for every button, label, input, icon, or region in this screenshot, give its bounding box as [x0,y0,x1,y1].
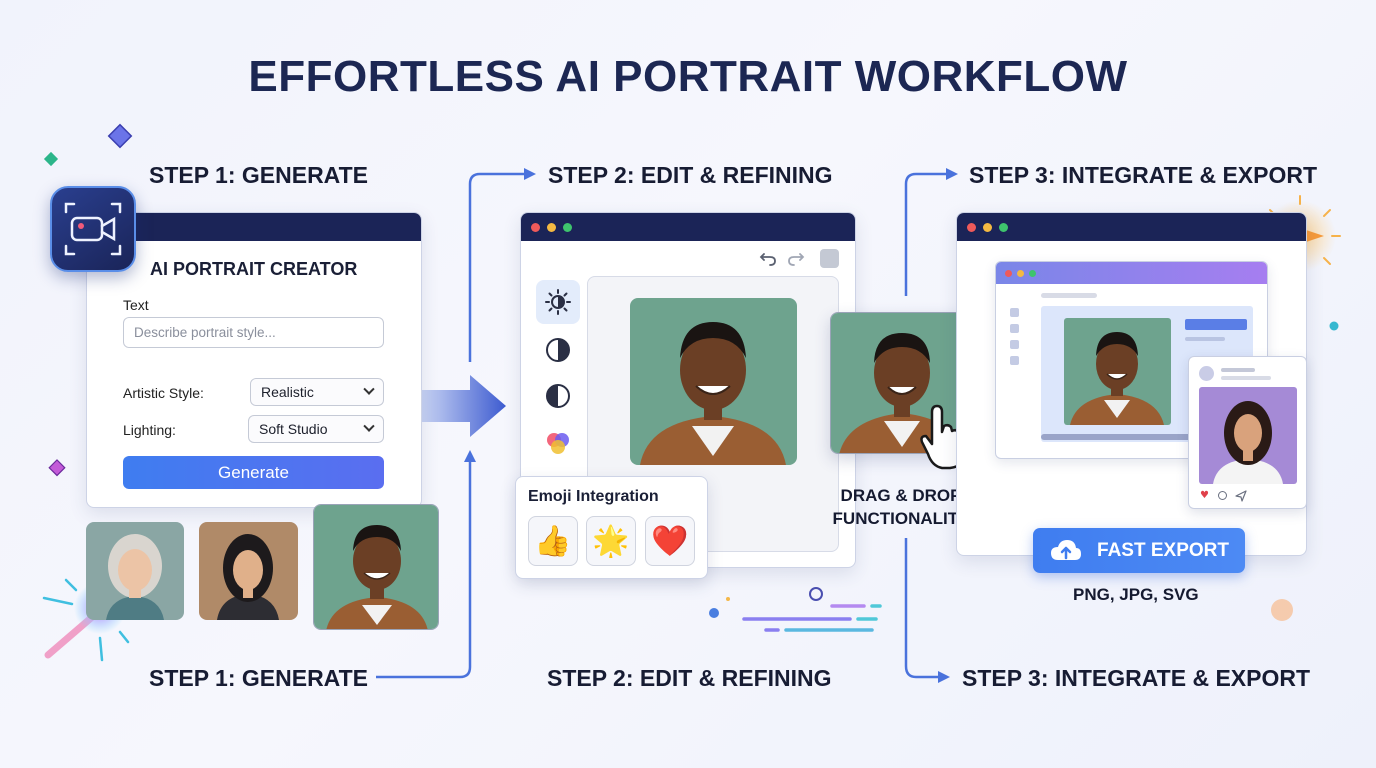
emoji-star[interactable]: 🌟 [586,516,636,566]
dot-decoration [1329,321,1339,331]
maximize-dot[interactable] [999,222,1008,232]
emoji-thumbs-up[interactable]: 👍 [528,516,578,566]
close-dot [1005,269,1012,277]
generator-title: AI PORTRAIT CREATOR [150,259,358,279]
fast-export-label: FAST EXPORT [1097,539,1229,561]
dot-decoration [1271,599,1293,621]
dot-decoration [709,608,719,618]
maximize-dot[interactable] [563,222,572,232]
minimize-dot[interactable] [547,222,556,232]
minimize-dot [1017,269,1024,277]
preview-nav-dot [1010,324,1019,333]
connector-line [904,538,940,679]
drag-drop-line1: DRAG & DROP [840,486,962,505]
preview-titlebar [996,262,1267,284]
generate-button[interactable]: Generate [123,456,384,489]
redo-icon[interactable] [786,248,806,268]
artistic-style-label: Artistic Style: [123,385,204,401]
brightness-icon[interactable] [536,280,580,324]
diamond-decoration [43,151,59,167]
avatar [1199,366,1214,381]
emoji-heart[interactable]: ❤️ [645,516,695,566]
window-titlebar [957,213,1306,241]
portrait-thumbnail-man-selected[interactable] [313,504,439,630]
color-palette-icon[interactable] [536,421,580,465]
undo-icon[interactable] [758,248,778,268]
flow-arrow [422,375,506,437]
minimize-dot[interactable] [983,222,992,232]
editing-portrait[interactable] [630,298,797,465]
heart-icon[interactable]: ♥ [1200,490,1209,501]
embedded-portrait [1064,318,1171,425]
cloud-upload-icon [1049,538,1083,564]
maximize-dot [1029,269,1036,277]
square-icon[interactable] [820,249,839,268]
comment-icon[interactable] [1218,491,1227,500]
post-image-woman [1199,387,1297,484]
post-line [1221,368,1255,372]
text-label: Text [123,297,149,313]
drag-drop-line2: FUNCTIONALITY [832,509,970,528]
preview-nav-dot [1010,308,1019,317]
lighting-label: Lighting: [123,422,176,438]
chevron-down-icon [363,383,375,395]
fast-export-button[interactable]: FAST EXPORT [1033,528,1245,573]
preview-line [1041,293,1097,298]
artistic-style-value: Realistic [261,384,314,400]
preview-nav-dot [1010,340,1019,349]
chevron-down-icon [363,420,375,432]
connector-line [904,172,950,296]
lighting-value: Soft Studio [259,421,328,437]
dot-decoration [809,587,823,601]
window-titlebar [521,213,855,241]
drag-drop-label: DRAG & DROP FUNCTIONALITY [826,484,976,530]
close-dot[interactable] [967,222,976,232]
emoji-panel-title: Emoji Integration [528,488,659,505]
preview-nav-dot [1010,356,1019,365]
connector-arrowhead [524,168,536,180]
portrait-thumbnail-woman-dark-hair[interactable] [199,522,298,620]
contrast-half-icon[interactable] [536,374,580,418]
preview-heading-bar [1185,319,1247,330]
artistic-style-select[interactable]: Realistic [250,378,384,406]
contrast-icon[interactable] [536,328,580,372]
diamond-decoration [107,123,133,149]
close-dot[interactable] [531,222,540,232]
dot-decoration [726,597,730,601]
window-titlebar [87,213,421,241]
portrait-description-input[interactable] [123,317,384,348]
connector-arrowhead [464,450,476,462]
lighting-select[interactable]: Soft Studio [248,415,384,443]
connector-arrowhead [938,671,950,683]
social-post-card: ♥ [1188,356,1307,509]
camera-icon[interactable] [50,186,136,272]
portrait-thumbnail-woman-gray-hair[interactable] [86,522,184,620]
export-formats: PNG, JPG, SVG [1073,585,1199,604]
preview-line [1185,337,1225,341]
connector-arrowhead [946,168,958,180]
share-icon[interactable] [1235,489,1247,502]
diamond-decoration [48,459,66,477]
post-line [1221,376,1271,380]
